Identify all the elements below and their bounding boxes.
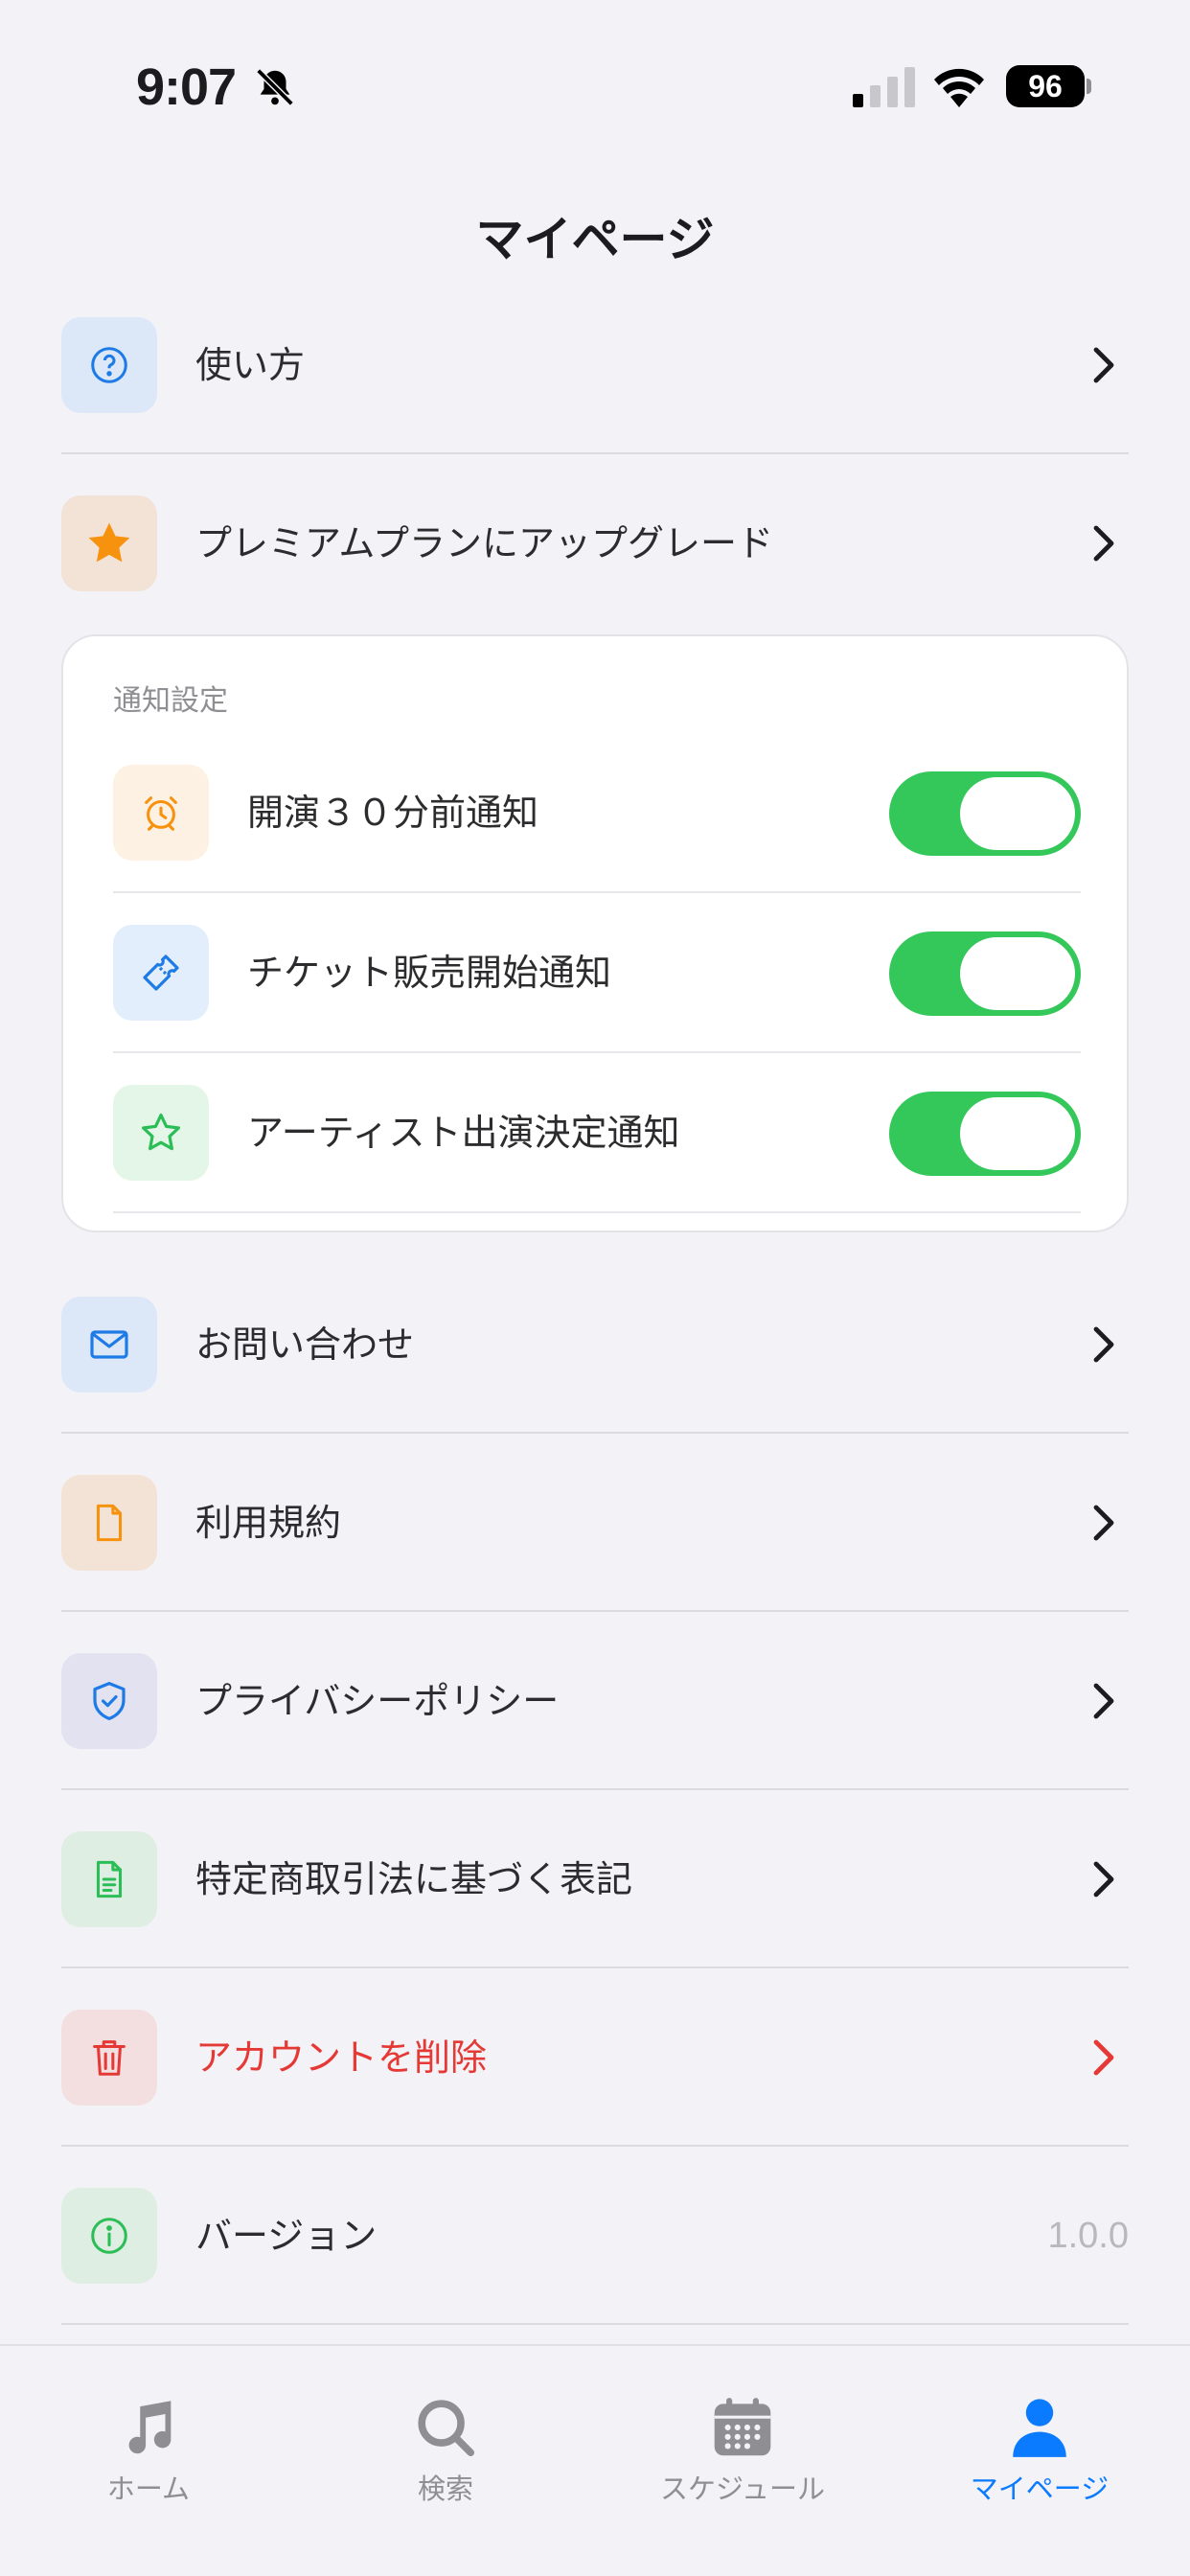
tab-bar: ホーム 検索 スケジュール マイページ [0,2344,1190,2576]
chevron-right-icon [1092,1325,1115,1368]
divider [61,2323,1129,2325]
menu-item-label: 利用規約 [195,1502,342,1544]
tab-mypage[interactable]: マイページ [891,2346,1188,2518]
music-note-icon [115,2392,182,2467]
page-title: マイページ [475,212,715,267]
star-outline-icon [113,1085,209,1181]
tab-label: ホーム [106,2472,191,2505]
chevron-right-icon [1092,1682,1115,1724]
toggle-knob [960,937,1075,1010]
chevron-right-icon [1092,2038,1115,2081]
tab-schedule[interactable]: スケジュール [594,2346,891,2518]
calendar-icon [707,2392,778,2467]
chevron-right-icon [1092,1504,1115,1546]
battery-indicator: 96 [1006,65,1085,107]
star-icon [61,495,157,591]
menu-item-label: 特定商取引法に基づく表記 [195,1858,633,1900]
tab-home[interactable]: ホーム [0,2346,297,2518]
shield-check-icon [61,1653,157,1749]
version-value: 1.0.0 [1047,2216,1129,2256]
section-title: 通知設定 [113,684,228,718]
menu-item-commercial-law[interactable]: 特定商取引法に基づく表記 [61,1790,1129,1968]
trash-icon [61,2010,157,2105]
notification-row-30min: 開演３０分前通知 [113,733,1081,893]
search-icon [412,2392,479,2467]
menu-item-version: バージョン 1.0.0 [61,2147,1129,2325]
tab-label: マイページ [970,2472,1110,2505]
toggle-knob [960,777,1075,850]
status-time: 9:07 [136,58,237,116]
notification-label: アーティスト出演決定通知 [247,1112,680,1154]
toggle-knob [960,1097,1075,1170]
toggle-artist-notification[interactable] [889,1092,1081,1176]
menu-item-label: お問い合わせ [195,1323,415,1366]
bell-slash-icon [253,65,297,113]
menu-item-how-to-use[interactable]: 使い方 [61,276,1129,454]
notification-row-artist: アーティスト出演決定通知 [113,1053,1081,1213]
wifi-icon [931,65,987,111]
menu-item-label: バージョン [195,2215,378,2257]
help-circle-icon [61,317,157,413]
menu-item-delete-account[interactable]: アカウントを削除 [61,1968,1129,2147]
menu-item-label: 使い方 [195,344,306,386]
person-icon [1004,2392,1075,2467]
notification-label: 開演３０分前通知 [247,792,539,834]
notification-row-ticket-sale: チケット販売開始通知 [113,893,1081,1053]
tab-label: 検索 [417,2472,473,2505]
menu-item-privacy-policy[interactable]: プライバシーポリシー [61,1612,1129,1790]
document-text-icon [61,1831,157,1927]
chevron-right-icon [1092,1860,1115,1902]
alarm-icon [113,765,209,861]
document-icon [61,1475,157,1571]
tab-label: スケジュール [660,2472,825,2505]
menu-item-terms[interactable]: 利用規約 [61,1434,1129,1612]
menu-item-upgrade-premium[interactable]: プレミアムプランにアップグレード [61,454,1129,632]
menu-item-label: プライバシーポリシー [195,1680,560,1722]
toggle-ticket-sale-notification[interactable] [889,932,1081,1016]
divider [113,1211,1081,1213]
info-icon [61,2188,157,2284]
battery-cap [1087,79,1091,94]
ticket-icon [113,925,209,1021]
notification-settings-card: 通知設定 開演３０分前通知 チケット販売開始通知 アーティスト出演決定通知 [61,634,1129,1232]
menu-item-label: プレミアムプランにアップグレード [195,522,774,564]
toggle-30min-notification[interactable] [889,771,1081,856]
chevron-right-icon [1092,524,1115,566]
status-bar: 9:07 96 [0,0,1190,144]
tab-search[interactable]: 検索 [297,2346,594,2518]
cellular-signal-icon [853,67,916,111]
chevron-right-icon [1092,346,1115,388]
notification-label: チケット販売開始通知 [247,952,612,994]
mail-icon [61,1297,157,1392]
menu-item-label: アカウントを削除 [195,2036,488,2079]
menu-item-contact[interactable]: お問い合わせ [61,1255,1129,1434]
